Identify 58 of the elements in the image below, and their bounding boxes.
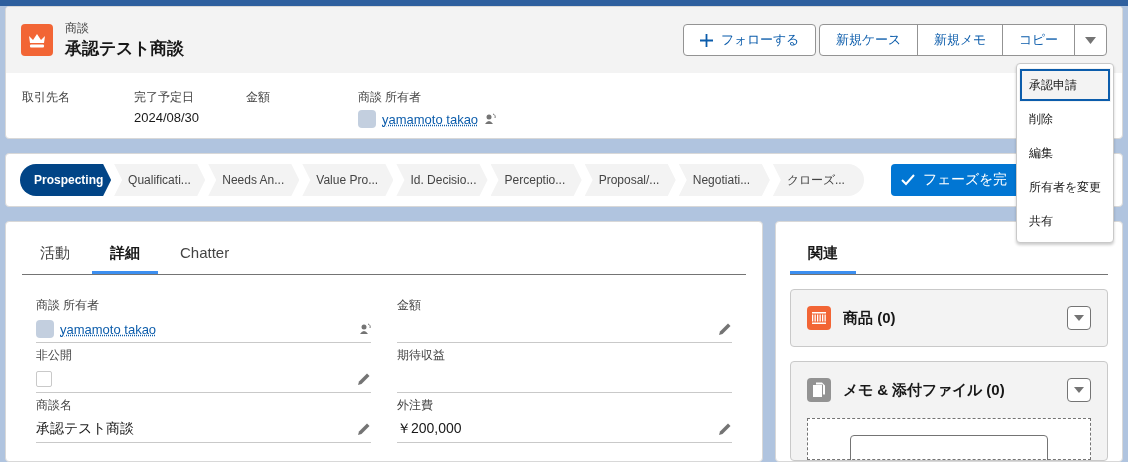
caret-icon [1074, 387, 1084, 393]
dropdown-button[interactable] [1067, 306, 1091, 330]
menu-item[interactable]: 共有 [1017, 204, 1113, 238]
path-stage[interactable]: Id. Decisio... [396, 164, 488, 196]
avatar-icon [358, 110, 376, 128]
caret-icon [1085, 36, 1096, 44]
tab[interactable]: Chatter [162, 236, 248, 274]
field-label: 外注費 [397, 397, 434, 414]
field-label: 商談 所有者 [358, 89, 423, 106]
field-label: 期待収益 [397, 347, 446, 364]
action-button[interactable]: 新規ケース [819, 24, 918, 56]
field-label: 商談名 [36, 397, 73, 414]
dropdown-button[interactable] [1067, 378, 1091, 402]
tab[interactable]: 活動 [22, 236, 88, 274]
related-list-title[interactable]: 商品 (0) [843, 308, 896, 328]
change-owner-icon[interactable] [484, 113, 497, 125]
more-actions-button[interactable] [1074, 24, 1107, 56]
path-stage[interactable]: Value Pro... [302, 164, 394, 196]
pencil-icon[interactable] [718, 422, 732, 436]
field-label: 取引先名 [22, 89, 71, 106]
owner-link[interactable]: yamamoto takao [60, 321, 157, 337]
action-button[interactable]: 新規メモ [917, 24, 1003, 56]
path-stage[interactable]: Negotiati... [678, 164, 770, 196]
plus-icon [700, 33, 713, 47]
change-owner-icon[interactable] [359, 323, 371, 335]
checkbox[interactable] [36, 371, 52, 387]
field-label: 商談 所有者 [36, 297, 101, 314]
object-label: 商談 [65, 20, 90, 37]
menu-item[interactable]: 削除 [1017, 102, 1113, 136]
path-stage[interactable]: Qualificati... [114, 164, 206, 196]
crown-icon [21, 24, 53, 56]
field-value: 承認テスト商談 [36, 420, 134, 438]
field-label: 金額 [397, 297, 422, 314]
field-label: 非公開 [36, 347, 73, 364]
owner-link[interactable]: yamamoto takao [382, 111, 479, 127]
upload-area[interactable] [807, 418, 1091, 460]
pencil-icon[interactable] [718, 322, 732, 336]
field-value: 2024/08/30 [134, 110, 201, 125]
action-button[interactable]: コピー [1002, 24, 1075, 56]
follow-button[interactable]: フォローする [683, 24, 816, 56]
menu-item[interactable]: 承認申請 [1019, 68, 1111, 102]
field-label: 完了予定日 [134, 89, 195, 106]
related-list-title[interactable]: メモ & 添付ファイル (0) [843, 380, 1005, 400]
path-stage[interactable]: Needs An... [208, 164, 300, 196]
pencil-icon[interactable] [357, 372, 371, 386]
caret-icon [1074, 315, 1084, 321]
check-icon [901, 174, 915, 186]
path-stage[interactable]: Proposal/... [584, 164, 676, 196]
record-title: 承認テスト商談 [65, 38, 184, 60]
field-value: ￥200,000 [397, 420, 462, 438]
field-label: 金額 [246, 89, 271, 106]
avatar-icon [36, 320, 54, 338]
path-stage[interactable]: Perceptio... [490, 164, 582, 196]
pencil-icon[interactable] [357, 422, 371, 436]
path-stage[interactable]: クローズ... [772, 164, 864, 196]
tab[interactable]: 詳細 [92, 236, 158, 274]
path-stage[interactable]: Prospecting [20, 164, 112, 196]
tab[interactable]: 関連 [790, 236, 856, 274]
